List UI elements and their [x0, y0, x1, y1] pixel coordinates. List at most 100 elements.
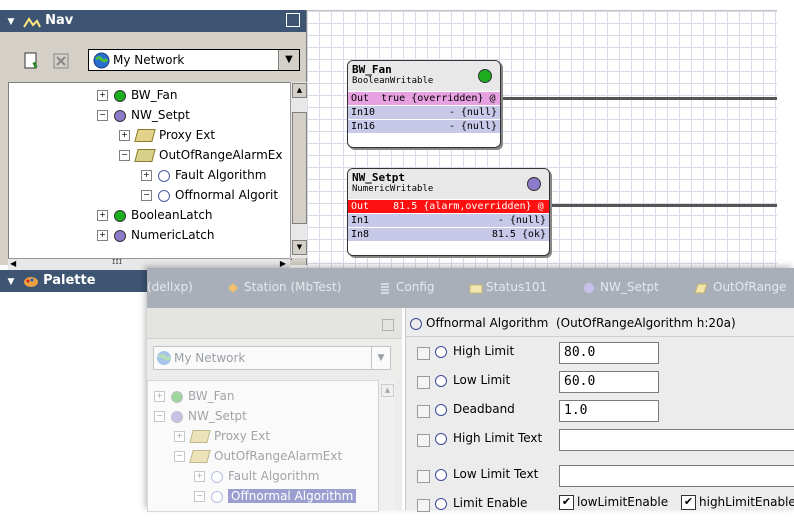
tab-dellxp[interactable]: (dellxp) [147, 280, 193, 294]
high-limit-text-input[interactable] [559, 429, 794, 451]
tab-station[interactable]: Station (MbTest) [227, 280, 341, 294]
check-icon[interactable]: ✔ [559, 495, 574, 510]
collapse-icon[interactable]: − [154, 411, 165, 422]
property-row-low-limit-text: Low Limit Text [405, 461, 794, 491]
check-icon[interactable]: ✔ [681, 495, 696, 510]
scroll-thumb[interactable] [292, 112, 307, 224]
expand-icon[interactable]: + [97, 90, 108, 101]
property-icon [435, 346, 447, 358]
tree-item-bw-fan[interactable]: + BW_Fan [97, 85, 177, 105]
tree-item-bw-fan[interactable]: + BW_Fan [154, 386, 234, 406]
tree-item-fault-algorithm[interactable]: + Fault Algorithm [194, 466, 319, 486]
low-limit-text-input[interactable] [559, 465, 794, 487]
expand-icon[interactable]: + [141, 170, 152, 181]
network-select[interactable]: My Network ▼ [88, 49, 300, 71]
slot-in1[interactable]: In1 - {null} [348, 213, 549, 227]
row-checkbox[interactable] [417, 470, 430, 483]
green-dot-icon [114, 89, 126, 102]
collapse-icon[interactable]: − [194, 491, 205, 502]
low-limit-input[interactable]: 60.0 [559, 371, 659, 393]
front-network-select[interactable]: My Network ▼ [153, 346, 391, 370]
maximize-icon[interactable] [382, 319, 394, 331]
scroll-left-icon[interactable]: ◀ [10, 259, 16, 268]
link-wire [548, 204, 777, 207]
slot-in10[interactable]: In10 - {null} [348, 105, 500, 119]
tab-nw-setpt[interactable]: NW_Setpt [583, 280, 659, 294]
property-label: Low Limit [453, 373, 511, 387]
component-block-nw-setpt[interactable]: NW_Setpt NumericWritable Out 81.5 {alarm… [347, 168, 550, 256]
purple-dot-icon [583, 282, 595, 294]
tree-item-numeric-latch[interactable]: + NumericLatch [97, 225, 214, 245]
scroll-up-icon[interactable]: ▲ [381, 384, 394, 397]
tree-item-boolean-latch[interactable]: + BooleanLatch [97, 205, 213, 225]
chevron-down-icon[interactable]: ▼ [371, 347, 390, 369]
expand-icon[interactable]: + [154, 391, 165, 402]
tree-item-fault-algorithm[interactable]: + Fault Algorithm [141, 165, 266, 185]
high-limit-input[interactable]: 80.0 [559, 342, 659, 364]
slot-out[interactable]: Out 81.5 {alarm,overridden} @ 8 [348, 199, 549, 225]
scroll-right-icon[interactable]: ▶ [280, 259, 286, 268]
expand-icon[interactable]: + [97, 210, 108, 221]
tree-item-offnormal-algorithm[interactable]: − Offnormal Algorit [141, 185, 278, 205]
tree-item-label: Fault Algorithm [228, 469, 320, 483]
scroll-down-icon[interactable]: ▼ [292, 240, 307, 255]
tree-item-label: BW_Fan [188, 389, 235, 403]
chevron-down-icon[interactable]: ▼ [278, 50, 299, 70]
folder-icon [189, 430, 211, 443]
expand-icon[interactable]: + [97, 230, 108, 241]
tree-item-proxy-ext[interactable]: + Proxy Ext [119, 125, 215, 145]
row-checkbox[interactable] [417, 376, 430, 389]
slot-in8[interactable]: In8 81.5 {ok} [348, 227, 549, 241]
row-checkbox[interactable] [417, 405, 430, 418]
nav-header[interactable]: ▼ Nav [0, 10, 306, 32]
tree-item-nw-setpt[interactable]: − NW_Setpt [97, 105, 190, 125]
new-document-icon[interactable] [20, 50, 42, 72]
slot-in16[interactable]: In16 - {null} [348, 119, 500, 133]
delete-icon[interactable] [50, 50, 72, 72]
tree-item-alarm-ext[interactable]: − OutOfRangeAlarmExt [174, 446, 342, 466]
alarm-ext-icon [134, 149, 156, 162]
slot-out[interactable]: Out true {overridden} @ 8 [348, 91, 500, 117]
collapse-icon[interactable]: − [174, 451, 185, 462]
front-nav-tree: + BW_Fan − NW_Setpt + Proxy Ext − OutOfRange… [147, 380, 379, 512]
alarm-ext-icon [189, 450, 211, 463]
slot-name: Out [351, 93, 370, 104]
tree-item-alarm-ext[interactable]: − OutOfRangeAlarmEx [119, 145, 282, 165]
collapse-icon[interactable]: − [119, 150, 130, 161]
collapse-icon[interactable]: − [97, 110, 108, 121]
property-label: High Limit [453, 344, 515, 358]
scroll-up-icon[interactable]: ▲ [292, 83, 307, 98]
station-icon [227, 282, 239, 294]
deadband-input[interactable]: 1.0 [559, 400, 659, 422]
scroll-grip[interactable]: ɪɪɪ [112, 257, 122, 267]
expand-icon[interactable]: + [119, 130, 130, 141]
tree-vertical-scrollbar[interactable]: ▲ ▼ [290, 82, 307, 258]
maximize-icon[interactable] [286, 13, 300, 27]
collapse-icon[interactable]: − [141, 190, 152, 201]
expand-icon[interactable]: + [194, 471, 205, 482]
tree-item-label: Fault Algorithm [175, 168, 267, 182]
row-checkbox[interactable] [417, 434, 430, 447]
collapse-arrow-icon[interactable]: ▼ [4, 11, 18, 33]
component-block-bw-fan[interactable]: BW_Fan BooleanWritable Out true {overrid… [347, 60, 501, 148]
alarm-ext-icon [692, 282, 708, 294]
tree-item-label: OutOfRangeAlarmEx [159, 148, 283, 162]
hollow-dot-icon [211, 470, 223, 483]
status-dot-icon [527, 177, 541, 191]
expand-icon[interactable]: + [174, 431, 185, 442]
front-tree-scrollbar[interactable]: ▲ [378, 380, 395, 510]
property-row-deadband: Deadband 1.0 [405, 396, 794, 426]
tree-item-offnormal-algorithm[interactable]: − Offnormal Algorithm [194, 486, 357, 506]
palette-header[interactable]: ▼ Palette [0, 270, 150, 292]
row-checkbox[interactable] [417, 499, 430, 512]
tab-config[interactable]: Config [379, 280, 435, 294]
tab-status101[interactable]: Status101 [469, 280, 547, 294]
low-limit-enable-checkbox[interactable]: ✔ lowLimitEnable [559, 495, 668, 510]
property-sheet-type: (OutOfRangeAlgorithm h:20a) [555, 316, 736, 330]
high-limit-enable-checkbox[interactable]: ✔ highLimitEnable [681, 495, 794, 510]
tree-item-proxy-ext[interactable]: + Proxy Ext [174, 426, 270, 446]
row-checkbox[interactable] [417, 347, 430, 360]
collapse-arrow-icon[interactable]: ▼ [4, 271, 18, 293]
tab-outofrange[interactable]: OutOfRange [692, 280, 786, 294]
tree-item-nw-setpt[interactable]: − NW_Setpt [154, 406, 247, 426]
